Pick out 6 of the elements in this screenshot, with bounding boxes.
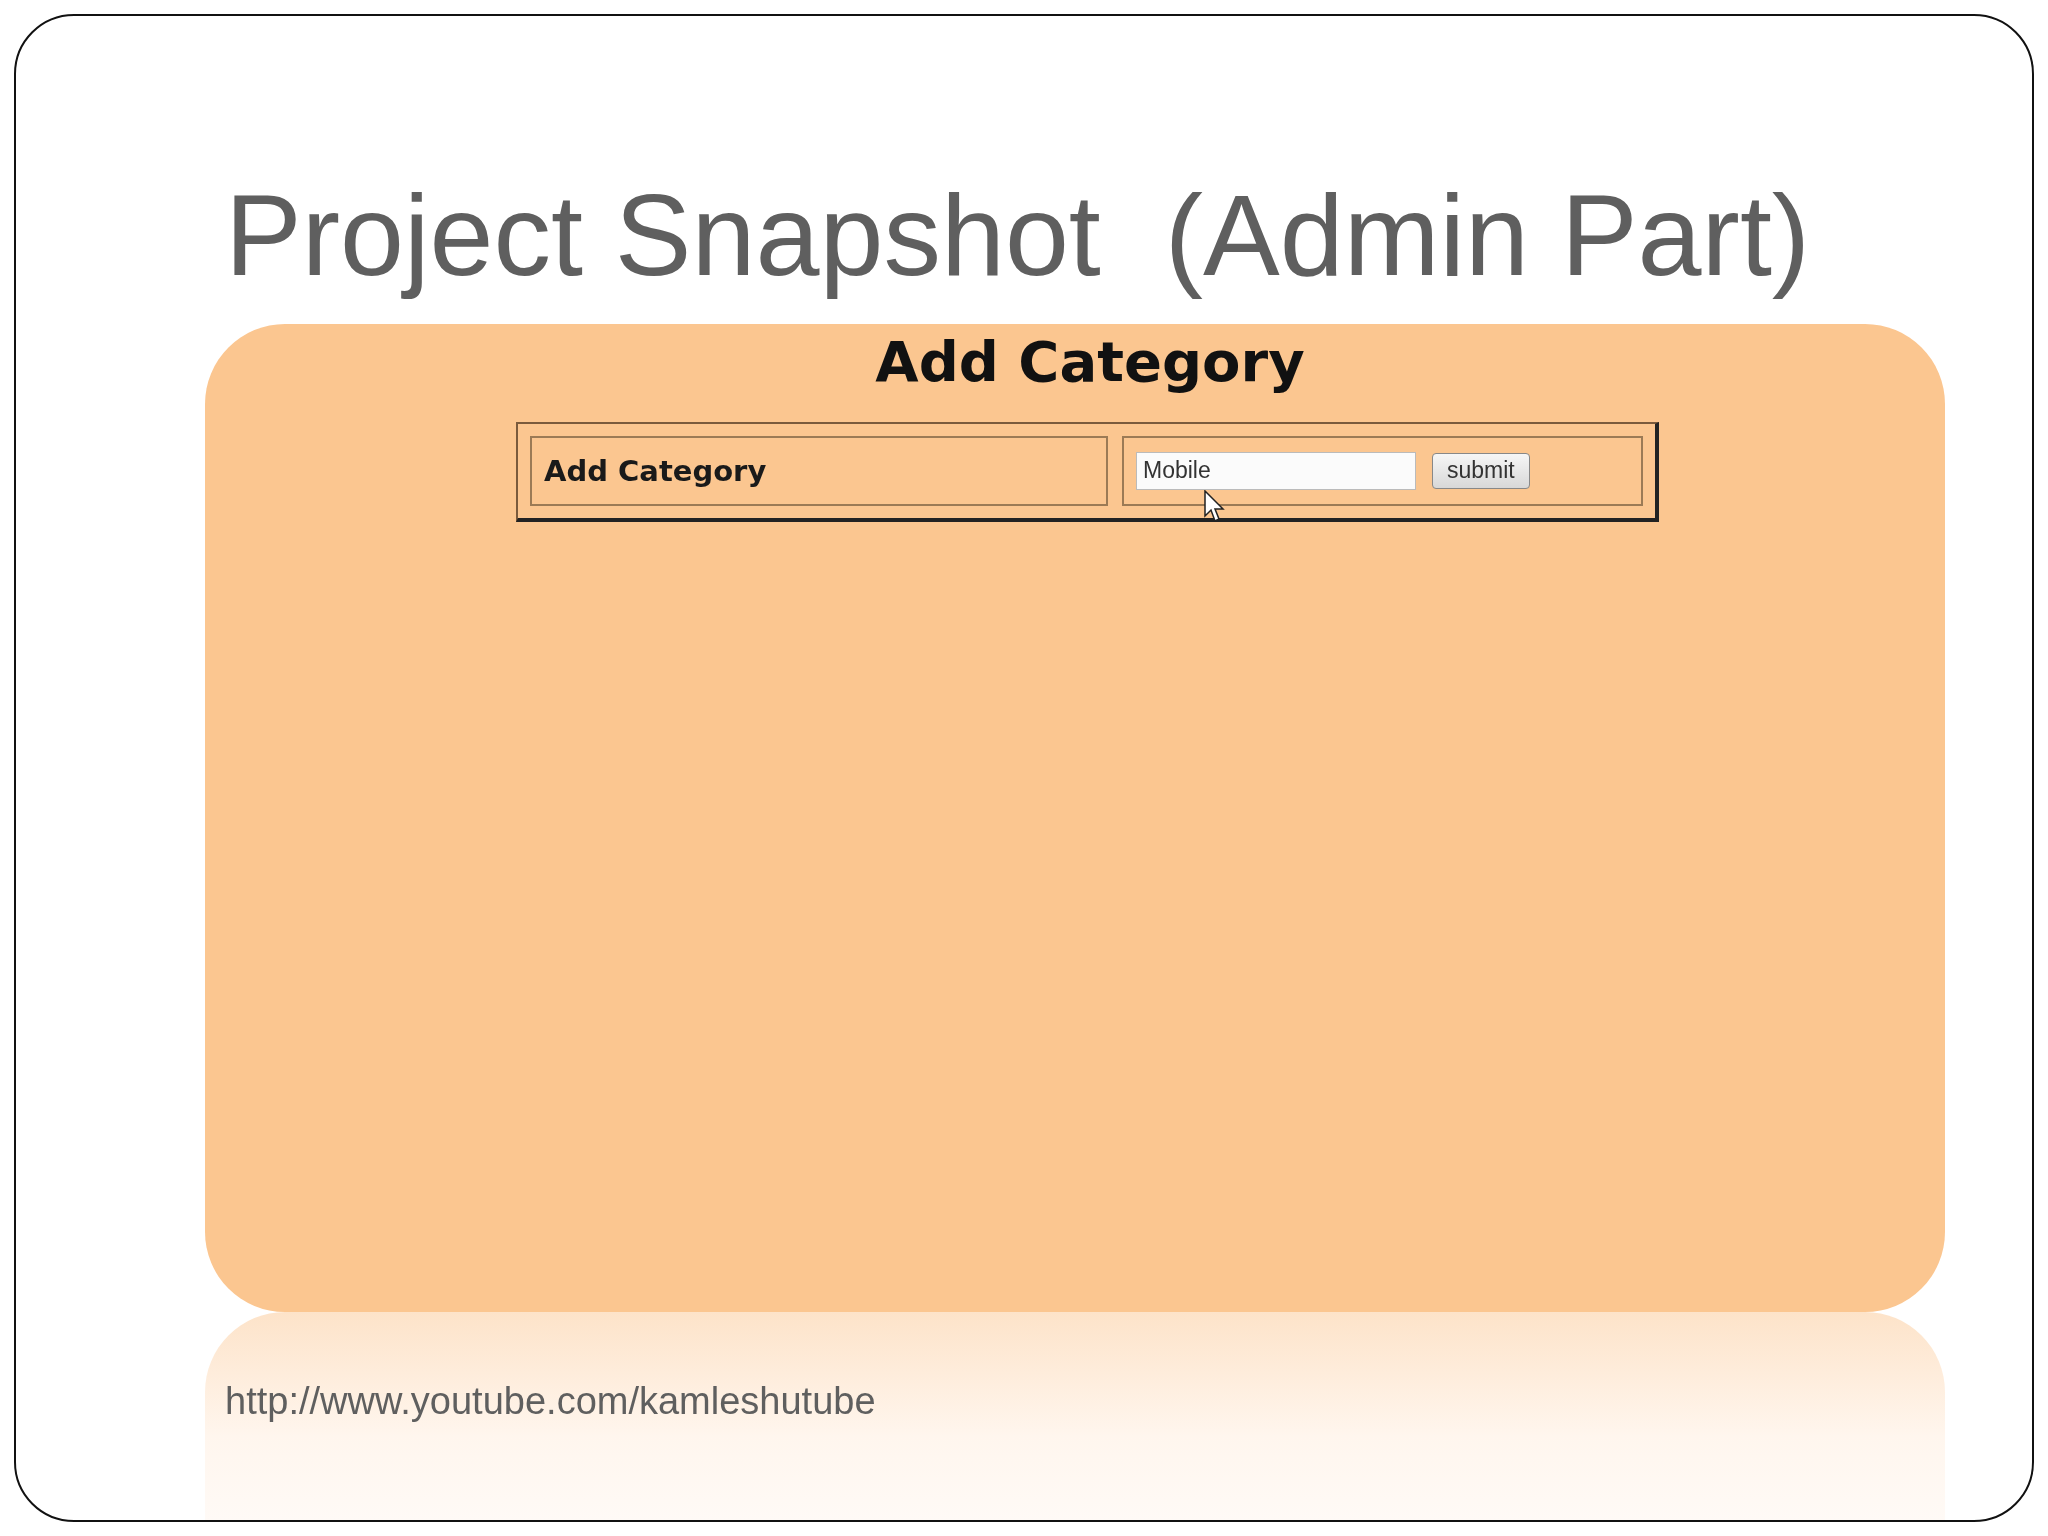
category-input[interactable]: Mobile [1136, 451, 1416, 490]
slide-title: Project Snapshot (Admin Part) [225, 170, 1812, 301]
page-heading: Add Category [875, 328, 1305, 396]
submit-button[interactable]: submit [1432, 452, 1530, 489]
footer-url: http://www.youtube.com/kamleshutube [225, 1380, 876, 1423]
form-label: Add Category [530, 435, 1108, 506]
